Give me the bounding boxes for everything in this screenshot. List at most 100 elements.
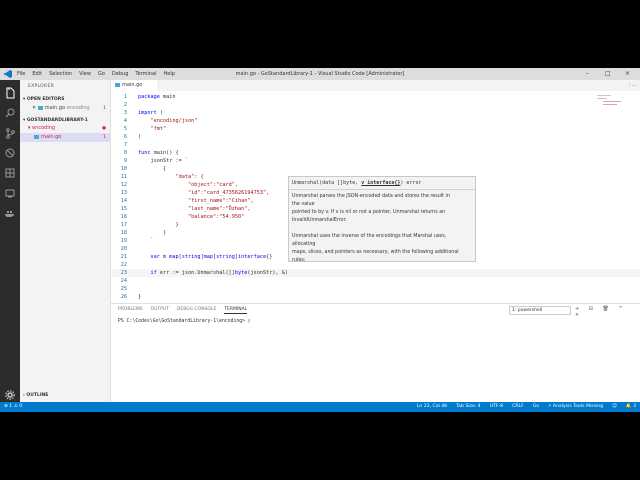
tab-main-go[interactable]: main.go bbox=[111, 80, 157, 91]
line-number: 19 bbox=[120, 238, 127, 244]
status-item[interactable]: ☺ bbox=[612, 402, 617, 412]
line-number: 16 bbox=[120, 214, 127, 220]
code-line[interactable]: 2 bbox=[111, 101, 640, 109]
line-number: 18 bbox=[120, 230, 127, 236]
folder-encoding[interactable]: ▾ encoding ● bbox=[20, 124, 110, 133]
line-content: var m map[string]map[string]interface{} bbox=[150, 254, 273, 260]
line-content: } bbox=[163, 230, 167, 236]
editor-tabs: main.go ⫶ ⋯ bbox=[111, 80, 640, 91]
status-item[interactable]: UTF-8 bbox=[490, 402, 503, 412]
code-line[interactable]: 10 { bbox=[111, 165, 640, 173]
status-item[interactable]: Ln 23, Col 48 bbox=[417, 402, 447, 412]
line-number: 23 bbox=[120, 270, 127, 276]
code-line[interactable]: 5 "fmt" bbox=[111, 125, 640, 133]
function-signature: Unmarshal(data []byte, v interface{}) er… bbox=[292, 180, 422, 186]
doc-line: Unmarshal uses the inverse of the encodi… bbox=[292, 234, 447, 239]
tab-problems[interactable]: PROBLEMS bbox=[118, 307, 143, 314]
doc-line: rules: bbox=[292, 258, 306, 263]
open-editor-item[interactable]: ✕ main.go encoding 1 bbox=[20, 104, 110, 113]
doc-line bbox=[292, 225, 472, 233]
line-content: { bbox=[138, 166, 167, 172]
terminal-actions[interactable]: + ⊟ 🗑 ^ × bbox=[575, 306, 640, 318]
terminal-selector[interactable]: 1: powershell bbox=[509, 306, 571, 315]
line-content: "first_name":"Cihan", bbox=[187, 198, 254, 204]
outline-header[interactable]: › OUTLINE bbox=[23, 393, 48, 398]
vscode-window: File Edit Selection View Go Debug Termin… bbox=[0, 68, 640, 412]
code-line[interactable]: 4 "encoding/json" bbox=[111, 117, 640, 125]
panel-tabs: PROBLEMS OUTPUT DEBUG CONSOLE TERMINAL bbox=[118, 307, 248, 314]
maximize-button[interactable]: □ bbox=[605, 70, 611, 77]
code-line[interactable]: 7 bbox=[111, 141, 640, 149]
line-number: 2 bbox=[123, 102, 127, 108]
line-number: 14 bbox=[120, 198, 127, 204]
doc-line: maps, slices, and pointers as necessary,… bbox=[292, 250, 459, 255]
line-content: func main() { bbox=[138, 150, 179, 156]
status-item[interactable]: Go bbox=[533, 402, 539, 412]
tab-output[interactable]: OUTPUT bbox=[151, 307, 169, 314]
status-item[interactable]: ⚡ Analysis Tools Missing bbox=[548, 402, 603, 412]
close-button[interactable]: × bbox=[625, 70, 630, 77]
code-line[interactable]: 25 bbox=[111, 285, 640, 293]
minimap[interactable] bbox=[595, 93, 625, 109]
title-bar: File Edit Selection View Go Debug Termin… bbox=[0, 68, 640, 80]
go-file-icon bbox=[37, 105, 43, 110]
doc-line: pointed to by v. If v is nil or not a po… bbox=[292, 210, 446, 215]
doc-line: InvalidUnmarshalError. bbox=[292, 218, 347, 223]
activity-bar bbox=[0, 80, 20, 402]
tooltip-divider bbox=[289, 189, 475, 190]
code-line[interactable]: 6) bbox=[111, 133, 640, 141]
line-content: package main bbox=[138, 94, 176, 100]
files-icon[interactable] bbox=[4, 84, 16, 99]
debug-icon[interactable] bbox=[4, 144, 16, 158]
status-item[interactable]: 🔔 3 bbox=[626, 402, 636, 412]
line-number: 17 bbox=[120, 222, 127, 228]
open-editors-header[interactable]: ▾ OPEN EDITORS bbox=[23, 97, 64, 102]
problems-indicator[interactable]: ⊗ 1 ⚠ 0 bbox=[4, 402, 22, 412]
go-file-icon bbox=[115, 82, 120, 87]
extensions-icon[interactable] bbox=[4, 164, 16, 178]
line-number: 13 bbox=[120, 190, 127, 196]
explorer-title: EXPLORER bbox=[28, 84, 55, 89]
minimize-button[interactable]: – bbox=[586, 70, 589, 77]
line-number: 1 bbox=[123, 94, 127, 100]
explorer-sidebar: EXPLORER ▾ OPEN EDITORS ✕ main.go encodi… bbox=[20, 80, 111, 402]
line-number: 20 bbox=[120, 246, 127, 252]
terminal-prompt[interactable]: PS C:\Codes\Go\GoStandardLibrary-1\encod… bbox=[118, 319, 251, 324]
code-line[interactable]: 24 bbox=[111, 277, 640, 285]
code-line[interactable]: 8 func main() { bbox=[111, 149, 640, 157]
code-line[interactable]: 1 package main bbox=[111, 93, 640, 101]
status-item[interactable]: CRLF bbox=[512, 402, 524, 412]
line-content: } bbox=[138, 294, 142, 300]
line-content: "id":"card_4735626194753", bbox=[187, 190, 270, 196]
status-bar: ⊗ 1 ⚠ 0 Ln 23, Col 48 Tab Size: 4 UTF-8 CRL… bbox=[0, 402, 640, 412]
workspace-header[interactable]: ▾ GOSTANDARDLIBRARY-1 bbox=[23, 118, 88, 123]
line-content: "data": { bbox=[175, 174, 204, 180]
status-item[interactable]: Tab Size: 4 bbox=[456, 402, 481, 412]
editor-actions[interactable]: ⫶ ⋯ bbox=[629, 83, 637, 89]
code-line[interactable]: 3 import ( bbox=[111, 109, 640, 117]
code-line[interactable]: 23 if err := json.Unmarshal([]byte(jsonS… bbox=[111, 269, 640, 277]
file-main-go[interactable]: main.go 1 bbox=[20, 133, 110, 142]
documentation-text: Unmarshal parses the JSON-encoded data a… bbox=[292, 193, 472, 265]
line-number: 10 bbox=[120, 166, 127, 172]
line-number: 11 bbox=[120, 174, 127, 180]
search-icon[interactable] bbox=[4, 104, 16, 118]
window-title: main.go - GoStandardLibrary-1 - Visual S… bbox=[235, 71, 405, 77]
hover-tooltip: Unmarshal(data []byte, v interface{}) er… bbox=[288, 176, 476, 265]
source-control-icon[interactable] bbox=[4, 124, 16, 139]
line-content: "encoding/json" bbox=[150, 118, 198, 124]
remote-icon[interactable] bbox=[4, 184, 16, 198]
line-content: "last_name":"Özhan", bbox=[187, 206, 251, 212]
tab-terminal[interactable]: TERMINAL bbox=[224, 307, 248, 314]
line-number: 7 bbox=[123, 142, 127, 148]
doc-line: allocating bbox=[292, 242, 316, 247]
line-number: 4 bbox=[123, 118, 127, 124]
tab-debug-console[interactable]: DEBUG CONSOLE bbox=[177, 307, 216, 314]
line-number: 6 bbox=[123, 134, 127, 140]
line-number: 25 bbox=[120, 286, 127, 292]
settings-gear-icon[interactable] bbox=[4, 386, 16, 400]
line-number: 24 bbox=[120, 278, 127, 284]
code-line[interactable]: 9 jsonStr := ` bbox=[111, 157, 640, 165]
docker-icon[interactable] bbox=[4, 204, 16, 217]
code-line[interactable]: 26} bbox=[111, 293, 640, 301]
